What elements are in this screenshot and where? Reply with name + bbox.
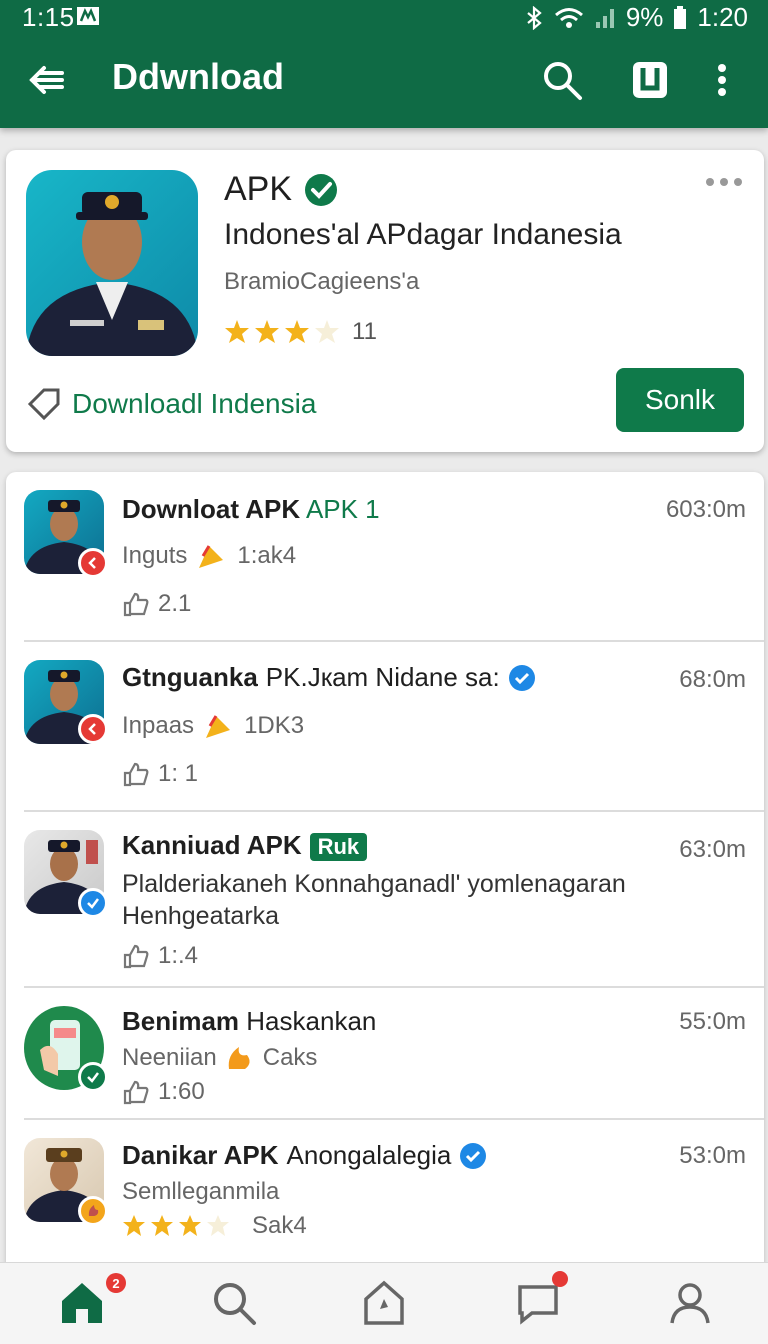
downloads-icon[interactable] <box>628 58 672 102</box>
signal-icon <box>595 8 614 28</box>
home-badge: 2 <box>106 1273 126 1293</box>
list-item-time: 603:0m <box>665 496 746 523</box>
list-item[interactable]: Gtnguanka PK.Jкam Nidane sa: 68:0m Inpaas… <box>6 642 764 812</box>
list-item-description-2: Henhgeatarka <box>122 902 280 930</box>
featured-rating-count: 11 <box>352 318 377 345</box>
tag-badge: Ruk <box>309 833 368 861</box>
featured-app-thumbnail <box>26 170 198 356</box>
search-icon[interactable] <box>540 58 584 102</box>
messages-icon[interactable] <box>514 1279 562 1327</box>
party-icon <box>199 545 224 568</box>
party-icon <box>206 715 231 738</box>
more-vert-icon[interactable] <box>712 58 732 102</box>
list-item-description-1: Plalderiakaneh Konnahganadl' yomlenagara… <box>122 870 626 898</box>
status-time-left: 1:15 <box>22 2 75 32</box>
list-item-rating: Sak4 <box>122 1212 307 1240</box>
featured-app-subtitle: Indones'al APdagar Indanesia <box>224 218 622 251</box>
star-rating-icon <box>225 320 339 343</box>
list-item-time: 68:0m <box>679 666 746 693</box>
list-item[interactable]: Benimam Haskankan 55:0m Neeniian Caks 1:… <box>6 988 764 1120</box>
list-item-time: 63:0m <box>679 836 746 863</box>
list-item-time: 53:0m <box>679 1142 746 1169</box>
status-bar: 1:15 9% 1:20 <box>0 0 768 34</box>
verified-check-icon <box>305 173 338 206</box>
list-item[interactable]: Danikar APK Anongalalegia 53:0m Semllegan… <box>6 1120 764 1272</box>
list-item-title: Downloat APK APK 1 <box>122 494 380 524</box>
red-badge-icon <box>78 548 108 578</box>
wifi-icon <box>554 7 583 28</box>
list-item-title: Gtnguanka PK.Jкam Nidane sa: <box>122 662 536 693</box>
tag-icon <box>27 388 60 421</box>
app-list: Downloat APK APK 1 603:0m Inguts 1:ak4 2… <box>6 472 764 1272</box>
list-item-title: Benimam Haskankan <box>122 1006 377 1036</box>
featured-app-name: APK <box>224 170 293 208</box>
battery-icon <box>674 5 687 29</box>
bottom-navigation: 2 <box>0 1262 768 1344</box>
featured-app-developer: BramioCagieens'a <box>224 268 420 295</box>
bluetooth-icon <box>527 5 542 30</box>
download-link-label: Downloadl Indensia <box>72 388 317 419</box>
list-item-meta: Inguts 1:ak4 <box>122 542 297 569</box>
list-item-meta: Semlleganmila <box>122 1178 280 1205</box>
flame-icon <box>228 1047 250 1069</box>
list-item-meta: Inpaas 1DK3 <box>122 712 305 739</box>
star-rating-icon <box>123 1215 229 1236</box>
status-right: 9% 1:20 <box>524 2 748 33</box>
home-icon[interactable] <box>58 1279 106 1327</box>
list-item-title: Danikar APK Anongalalegia <box>122 1140 487 1171</box>
thumb-up-icon[interactable] <box>122 943 150 969</box>
list-item-time: 55:0m <box>679 1008 746 1035</box>
messages-badge-dot <box>552 1271 568 1287</box>
featured-name-row: APK <box>224 170 338 209</box>
status-time-right: 1:20 <box>697 2 748 32</box>
page-title: Ddwnload <box>112 56 284 97</box>
thumb-up-icon[interactable] <box>122 761 150 787</box>
list-item-likes: 1:60 <box>122 1078 205 1106</box>
featured-rating: 11 <box>224 318 377 346</box>
featured-app-card[interactable]: APK Indones'al APdagar Indanesia BramioC… <box>6 150 764 452</box>
list-item-likes: 2.1 <box>122 590 191 618</box>
verified-badge-icon <box>78 888 108 918</box>
thumb-up-icon[interactable] <box>122 1079 150 1105</box>
list-item[interactable]: Downloat APK APK 1 603:0m Inguts 1:ak4 2… <box>6 472 764 642</box>
verified-check-icon <box>78 1062 108 1092</box>
search-nav-icon[interactable] <box>210 1279 258 1327</box>
top-bar: 1:15 9% 1:20 Ddwnload <box>0 0 768 128</box>
list-item-likes: 1: 1 <box>122 760 198 788</box>
thumb-up-icon[interactable] <box>122 591 150 617</box>
red-badge-icon <box>78 714 108 744</box>
verified-badge-icon <box>508 664 535 691</box>
notification-icon <box>77 7 99 25</box>
verified-badge-icon <box>460 1142 487 1169</box>
app-bar: Ddwnload <box>0 46 768 116</box>
profile-icon[interactable] <box>666 1279 714 1327</box>
back-arrow-icon[interactable] <box>26 58 70 102</box>
list-item[interactable]: Kanniuad APK Ruk 63:0m Plalderiakaneh Kon… <box>6 812 764 988</box>
download-link[interactable]: Downloadl Indensia <box>26 386 316 422</box>
more-horiz-icon[interactable] <box>704 172 744 192</box>
install-button[interactable]: Sonlk <box>616 368 744 432</box>
list-item-likes: 1:.4 <box>122 942 198 970</box>
battery-percent: 9% <box>625 2 664 32</box>
explore-icon[interactable] <box>360 1279 408 1327</box>
list-item-title: Kanniuad APK Ruk <box>122 830 368 861</box>
orange-badge-icon <box>78 1196 108 1226</box>
list-item-meta: Neeniian Caks <box>122 1044 318 1071</box>
